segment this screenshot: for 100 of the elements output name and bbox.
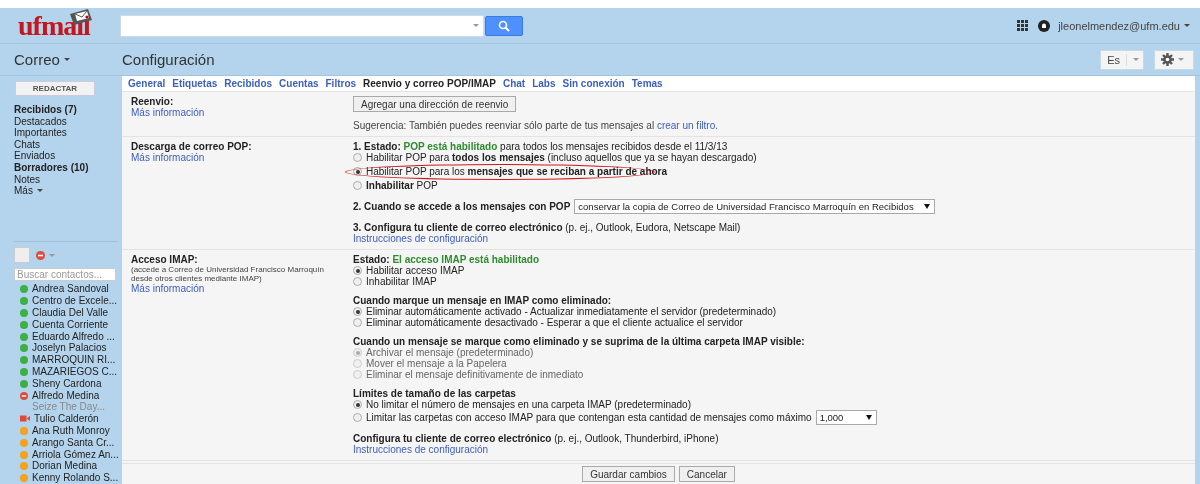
settings-tab[interactable]: Reenvio y correo POP/IMAP [363,78,496,89]
caret-icon [865,415,872,420]
option-label: Inhabilitar IMAP [366,276,437,287]
option-label: Eliminar el mensaje definitivamente de inmediato [366,369,584,380]
settings-tab[interactable]: Recibidos [224,78,273,89]
settings-tab[interactable]: Chat [502,78,526,89]
settings-tab[interactable]: Sin conexión [562,78,625,89]
folder-link[interactable]: Notes [14,173,122,186]
radio-button[interactable] [353,181,362,190]
more-info-link[interactable]: Más información [131,283,343,294]
setting-label: 3. Configura tu cliente de correo electrónico (p. ej., Outlook, Eudora, Netscape Mail) [353,222,742,233]
setup-instructions-link[interactable]: Instrucciones de configuración [353,444,1195,455]
section-title: Acceso IMAP: [131,254,199,265]
folder-link[interactable]: Destacados [14,115,122,128]
option-label: Limitar las carpetas con acceso IMAP para que contengan esta cantidad de mensajes como máximo [366,412,812,423]
settings-tab[interactable]: Cuentas [279,78,319,89]
contact-name[interactable]: MARROQUIN RI... [32,354,116,367]
language-button[interactable]: Es [1100,49,1144,70]
caret-icon [63,58,70,61]
folder-link[interactable]: Borradores (10) [14,161,122,174]
folder-link[interactable]: Importantes [14,127,122,139]
settings-tab[interactable]: Etiquetas [172,78,218,89]
settings-icon [1160,53,1174,66]
apps-grid-icon[interactable] [1017,20,1029,31]
contact-name[interactable]: Sheny Cardona [32,377,102,390]
action-dropdown[interactable]: conservar la copia de Correo de Universidad Francisco Marroquín en Recibidos [574,199,936,214]
contact-name[interactable]: Arriola Gómez An... [32,448,119,461]
caret-icon [924,204,931,209]
settings-tab[interactable]: Labs [532,78,556,89]
option-label: Archivar el mensaje (predeterminado) [366,347,534,358]
caret-icon [49,253,55,257]
contact-name[interactable]: Dorian Medina [32,460,98,473]
status-text: Estado: El acceso IMAP está habilitado [353,254,540,265]
caret-icon [36,189,43,193]
more-info-link[interactable]: Más información [131,152,343,163]
settings-tab[interactable]: Filtros [325,78,357,89]
option-label: Eliminar automáticamente desactivado - Esperar a que el cliente actualice el servidor [366,317,743,328]
group-heading: Cuando marque un mensaje en IMAP como eliminado: [353,295,612,306]
radio-button[interactable] [353,167,362,176]
add-forwarding-button[interactable]: Agregar una dirección de reenvio [353,96,517,112]
radio-button[interactable] [353,307,362,316]
contact-name[interactable]: Tulio Calderón [34,413,99,425]
contact-name[interactable]: Alfredo Medina [32,389,105,402]
contact-search-field[interactable]: Buscar contactos... [14,268,116,282]
footer-button[interactable]: Guardar cambios [582,466,675,482]
caret-icon [473,24,479,27]
radio-button[interactable] [353,153,362,162]
folder-link[interactable]: Enviados [14,150,122,162]
radio-button[interactable] [353,318,362,327]
caret-icon [1133,58,1139,61]
option-label: Habilitar acceso IMAP [366,265,465,276]
setting-label: 2. Cuando se accede a los mensajes con POP [353,201,571,212]
contact-name[interactable]: Ana Ruth Monroy [32,425,110,437]
app-menu[interactable]: Correo [14,51,122,68]
notification-icon[interactable] [1038,19,1051,32]
option-label: No limitar el número de mensajes en una carpeta IMAP (predeterminado) [366,399,691,410]
contact-name[interactable]: Claudia Del Valle [32,307,108,319]
folder-link[interactable]: Chats [14,138,122,151]
group-heading: Cuando un mensaje se marque como eliminado y se suprima de la última carpeta IMAP visible: [353,336,806,347]
folder-link[interactable]: Más [14,185,122,197]
folder-link[interactable]: Recibidos (7) [14,104,122,116]
settings-tab[interactable]: Temas [631,78,663,89]
option-label: Inhabilitar POP [366,180,438,191]
contact-name[interactable]: MAZARIEGOS C... [32,366,117,378]
radio-button[interactable] [353,266,362,275]
setting-label: Configura tu cliente de correo electrónico (p. ej., Outlook, Thunderbird, iPhone) [353,433,720,444]
contact-name[interactable]: Joselyn Palacios [32,342,107,355]
settings-tab[interactable]: General [128,78,166,89]
contact-name[interactable]: Arango Santa Cr... [32,436,115,449]
contact-status: Seize The Day... [32,401,105,414]
caret-icon [1177,58,1184,61]
search-field[interactable] [120,14,484,37]
limit-dropdown[interactable]: 1,000 [815,410,877,425]
search-icon [498,19,510,32]
radio-button[interactable] [353,277,362,286]
section-title: Reenvio: [131,96,175,107]
option-label: Mover el mensaje a la Papelera [366,358,507,369]
more-info-link[interactable]: Más información [131,107,343,118]
option-label: Habilitar POP para todos los mensajes (incluso aquellos que ya se hayan descargado) [366,152,757,163]
setup-instructions-link[interactable]: Instrucciones de configuración [353,233,1195,244]
page-title: Configuración [122,51,215,68]
footer-button[interactable]: Cancelar [678,466,735,482]
section-title: Descarga de correo POP: [131,141,253,152]
hint-text: Sugerencia: También puedes reenviar sólo parte de tus mensajes al crear un filtro. [353,120,720,131]
contact-name[interactable]: Centro de Excele... [32,295,118,308]
search-button[interactable] [485,15,523,36]
contact-name[interactable]: Andrea Sandoval [32,283,109,296]
settings-button[interactable] [1154,49,1194,70]
create-filter-link[interactable]: crear un filtro. [656,120,719,131]
account-menu[interactable]: jleonelmendez@ufm.edu [1058,19,1194,32]
option-label: Eliminar automáticamente activado - Actualizar inmediatamente el servidor (predeterminado) [366,306,777,317]
contact-name[interactable]: Cuenta Corriente [32,318,109,331]
radio-button[interactable] [353,413,362,422]
compose-button[interactable]: REDACTAR [15,81,95,96]
group-heading: Límites de tamaño de las carpetas [353,388,517,399]
contact-name[interactable]: Kenny Rolando S... [32,472,119,484]
status-icon[interactable] [36,250,45,260]
radio-button[interactable] [353,400,362,409]
contact-name[interactable]: Eduardo Alfredo ... [32,330,115,343]
section-note: (accede a Correo de Universidad Francisco Marroquín desde otros clientes mediante IMAP) [131,265,325,283]
